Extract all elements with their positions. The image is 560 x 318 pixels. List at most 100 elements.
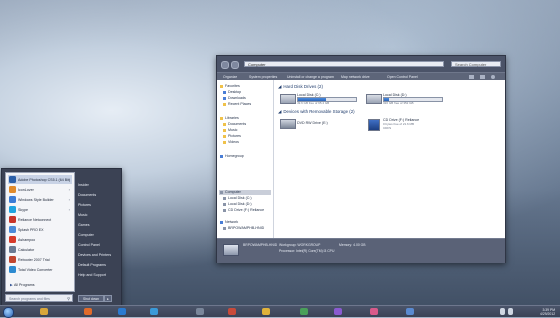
ie-taskbar-icon[interactable] [150, 308, 158, 315]
shutdown-options-button[interactable]: ▸ [104, 295, 112, 302]
start-search-input[interactable]: Search programs and files ⚲ [5, 294, 73, 302]
start-place-item[interactable]: Devices and Printers [78, 251, 111, 259]
start-place-item[interactable]: Control Panel [78, 241, 100, 249]
details-pane: BRPOWAMPHB-HNID Workgroup: WORKGROUP Mem… [217, 238, 505, 263]
preview-pane-icon[interactable] [480, 74, 485, 79]
nav-libraries[interactable]: Libraries [220, 116, 239, 121]
app-taskbar-icon[interactable] [334, 308, 342, 315]
group-removable-label: Devices with Removable Storage (2) [283, 109, 355, 114]
map-network-drive-button[interactable]: Map network drive [341, 75, 370, 79]
nav-homegroup[interactable]: Homegroup [220, 154, 244, 159]
drive-icon [223, 202, 226, 206]
computer-icon [223, 226, 226, 230]
address-bar[interactable]: Computer [244, 61, 444, 67]
nav-music-label: Music [228, 128, 238, 132]
start-place-item[interactable]: Help and Support [78, 271, 106, 279]
start-place-item[interactable]: Computer [78, 231, 94, 239]
start-place-item[interactable]: Music [78, 211, 87, 219]
jumplist-arrow-icon[interactable]: › [69, 187, 70, 192]
start-button[interactable] [3, 307, 14, 318]
view-options-icon[interactable] [469, 74, 474, 79]
start-program-item[interactable]: Skype › [8, 205, 72, 214]
media-taskbar-icon[interactable] [84, 308, 92, 315]
program-icon [9, 246, 16, 253]
nav-documents[interactable]: Documents [223, 122, 246, 127]
nav-computer[interactable]: Computer [220, 190, 241, 195]
program-label: Calculator [18, 247, 35, 252]
drive-cd-f[interactable]: CD Drive (F:) Reliance 0 bytes free of 2… [366, 118, 446, 134]
shutdown-button[interactable]: Shut down [78, 295, 104, 302]
computer-icon [220, 190, 223, 194]
nav-pictures-label: Pictures [228, 134, 241, 138]
start-program-item[interactable]: Windows Style Builder › [8, 195, 72, 204]
drive-dvd-e[interactable]: DVD RW Drive (E:) [280, 118, 360, 132]
nav-network[interactable]: Network [220, 220, 238, 225]
content-pane: ◢ Hard Disk Drives (2) Local Disk (C:) 49… [274, 80, 505, 238]
taskbar: 3:39 PM 4/29/2012 [0, 305, 560, 318]
drive-icon [223, 196, 226, 200]
drive-local-d[interactable]: Local Disk (D:) 320 GB free of 352 GB [366, 93, 446, 107]
nav-cd-drive-f[interactable]: CD Drive (F:) Reliance [223, 208, 264, 213]
start-program-item[interactable]: Total Video Converter [8, 265, 72, 274]
start-program-item[interactable]: Adobe Photoshop CS5.1 (64 Bit) › [8, 175, 72, 184]
start-program-item[interactable]: Rebooter 2007 Trial [8, 255, 72, 264]
app-taskbar-icon[interactable] [228, 308, 236, 315]
explorer-title-area: Computer Search Computer [217, 56, 505, 72]
jumplist-arrow-icon[interactable]: › [69, 197, 70, 202]
photoshop-taskbar-icon[interactable] [118, 308, 126, 315]
start-program-item[interactable]: Splash PRO EX [8, 225, 72, 234]
nav-homegroup-label: Homegroup [225, 154, 244, 158]
forward-button[interactable] [231, 61, 239, 69]
back-button[interactable] [221, 61, 229, 69]
program-icon [9, 226, 16, 233]
explorer-taskbar-icon[interactable] [40, 308, 48, 315]
start-program-item[interactable]: Ashampoo [8, 235, 72, 244]
nav-music[interactable]: Music [223, 128, 237, 133]
network-tray-icon[interactable] [500, 308, 505, 315]
nav-videos[interactable]: Videos [223, 140, 239, 145]
taskbar-clock[interactable]: 3:39 PM 4/29/2012 [540, 308, 555, 316]
group-hard-disk-drives[interactable]: ◢ Hard Disk Drives (2) [278, 84, 323, 90]
help-icon[interactable] [491, 74, 495, 79]
open-control-panel-button[interactable]: Open Control Panel [387, 75, 418, 79]
start-place-item[interactable]: Games [78, 221, 90, 229]
clock-time: 3:39 PM [542, 307, 556, 312]
app-taskbar-icon[interactable] [406, 308, 414, 315]
program-icon [9, 206, 16, 213]
nav-pictures[interactable]: Pictures [223, 134, 241, 139]
start-program-item[interactable]: Reliance Netconnect [8, 215, 72, 224]
folder-taskbar-icon[interactable] [262, 308, 270, 315]
drive-e-name: DVD RW Drive (E:) [297, 121, 328, 125]
organize-button[interactable]: Organize [223, 75, 237, 79]
nav-downloads[interactable]: Downloads [223, 96, 246, 101]
all-programs-button[interactable]: ▶ All Programs [8, 281, 72, 289]
system-properties-button[interactable]: System properties [249, 75, 277, 79]
jumplist-arrow-icon[interactable]: › [69, 177, 70, 182]
uninstall-program-button[interactable]: Uninstall or change a program [287, 75, 334, 79]
homegroup-icon [220, 154, 223, 158]
start-program-item[interactable]: IconLover › [8, 185, 72, 194]
app-taskbar-icon[interactable] [370, 308, 378, 315]
start-place-item[interactable]: Pictures [78, 201, 91, 209]
nav-recent-places[interactable]: Recent Places [223, 102, 251, 107]
start-place-item[interactable]: Documents [78, 191, 96, 199]
jumplist-arrow-icon[interactable]: › [69, 207, 70, 212]
nav-desktop[interactable]: Desktop [223, 90, 241, 95]
nav-local-c-label: Local Disk (C:) [228, 196, 252, 200]
nav-network-pc[interactable]: BRPOWAMPHB-HNID [223, 226, 264, 231]
start-place-item[interactable]: Default Programs [78, 261, 106, 269]
explorer-window: Computer Search Computer Organize System… [216, 55, 506, 263]
nav-local-disk-c[interactable]: Local Disk (C:) [223, 196, 252, 201]
app-taskbar-icon[interactable] [300, 308, 308, 315]
program-icon [9, 216, 16, 223]
drive-local-c[interactable]: Local Disk (C:) 49.6 GB free of 95.4 GB [280, 93, 360, 107]
start-place-item[interactable]: Insider [78, 181, 89, 189]
nav-local-disk-d[interactable]: Local Disk (D:) [223, 202, 252, 207]
memory-text: Memory: 4.00 GB [339, 243, 366, 247]
nav-favorites[interactable]: Favorites [220, 84, 240, 89]
start-program-item[interactable]: Calculator [8, 245, 72, 254]
app-taskbar-icon[interactable] [196, 308, 204, 315]
search-input[interactable]: Search Computer [451, 61, 501, 67]
volume-tray-icon[interactable] [508, 308, 513, 315]
group-removable-storage[interactable]: ◢ Devices with Removable Storage (2) [278, 109, 355, 115]
